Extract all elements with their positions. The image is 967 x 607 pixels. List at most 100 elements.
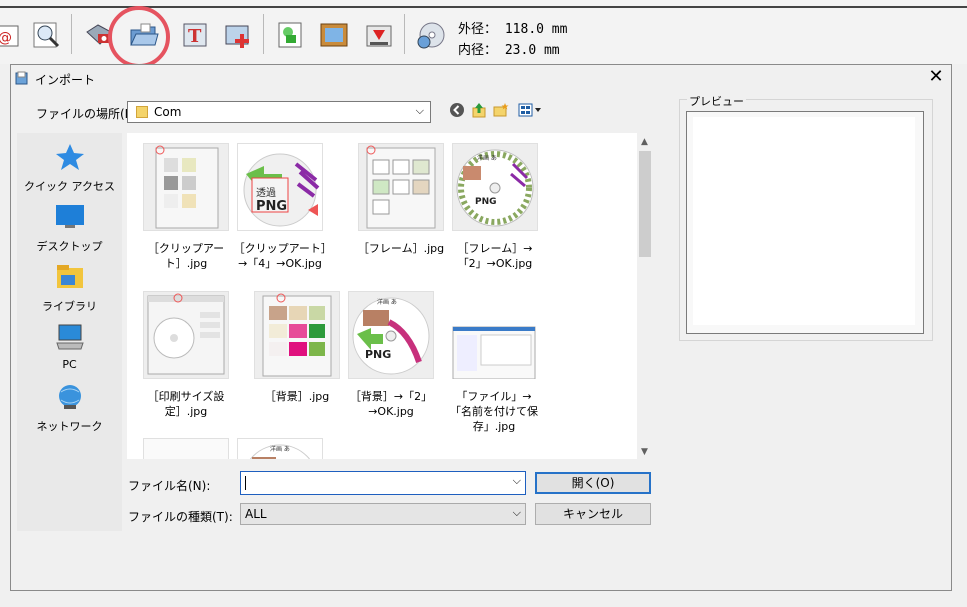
place-label: クイック アクセス: [24, 180, 115, 193]
file-thumbnail: [254, 291, 340, 379]
filetype-value: ALL: [245, 507, 267, 521]
file-item[interactable]: ［背景］.jpg: [250, 291, 344, 404]
dialog-app-icon: [15, 71, 28, 85]
dialog-title: インポート: [35, 73, 96, 87]
file-thumbnail: 洋画 あ PNG: [452, 143, 538, 231]
magnifier-icon: [33, 22, 60, 48]
toolbar-separator: [404, 14, 405, 54]
svg-text:洋画 あ: 洋画 あ: [477, 154, 497, 162]
file-name: ［背景］.jpg: [264, 390, 330, 403]
filetype-label: ファイルの種類(T):: [128, 510, 233, 524]
scroll-down-arrow[interactable]: ▼: [641, 447, 648, 457]
open-button[interactable]: 開く(O): [535, 472, 651, 494]
svg-text:@: @: [0, 30, 12, 46]
svg-text:洋画 あ: 洋画 あ: [270, 445, 290, 453]
file-thumbnail: 洋画 あ: [237, 438, 323, 459]
file-name: ［クリップアート］.jpg: [147, 242, 225, 270]
location-label: ファイルの場所(I):: [36, 107, 137, 121]
svg-text:PNG: PNG: [256, 199, 287, 214]
toolbar-separator: [263, 14, 264, 54]
file-item-partial[interactable]: 洋画 あ: [233, 438, 327, 459]
svg-text:T: T: [188, 26, 202, 47]
file-item-partial[interactable]: [139, 438, 233, 459]
pc-icon: [55, 324, 84, 350]
email-icon: @: [0, 25, 19, 47]
frame-button[interactable]: [319, 20, 349, 50]
file-item[interactable]: PNG 洋画 あ ［背景］→「2」→OK.jpg: [344, 291, 438, 419]
folder-icon: [136, 106, 148, 118]
file-list-view: ［クリップアート］.jpg 透過 PNG ［クリップアート］→「4」→OK.jpg…: [127, 133, 637, 459]
svg-text:透過: 透過: [256, 187, 276, 199]
file-item[interactable]: ［フレーム］.jpg: [354, 143, 448, 256]
place-library[interactable]: ライブラリ: [17, 263, 122, 314]
add-image-button[interactable]: [223, 20, 253, 50]
highlight-circle-annotation: [108, 6, 170, 68]
disc-settings-button[interactable]: [416, 20, 446, 50]
clipart-button[interactable]: [276, 20, 306, 50]
network-icon: [58, 385, 81, 409]
chevron-down-icon: ⌵: [512, 506, 521, 519]
preview-label: プレビュー: [687, 93, 746, 109]
preview-canvas: [693, 117, 915, 325]
star-icon: [55, 144, 84, 170]
background-icon: [366, 25, 392, 47]
toolbar-separator: [71, 14, 72, 54]
background-button[interactable]: [364, 20, 394, 50]
frame-icon: [320, 23, 348, 47]
scrollbar-thumb[interactable]: [639, 151, 651, 257]
file-thumbnail: [143, 291, 229, 379]
inner-diameter-readout: 内径： 23.0 mm: [458, 43, 560, 58]
places-bar: クイック アクセス デスクトップ ライブラリ PC ネットワーク: [17, 133, 122, 531]
place-label: ネットワーク: [36, 420, 103, 433]
file-item[interactable]: ［印刷サイズ設定］.jpg: [139, 291, 233, 419]
desktop-icon: [55, 205, 84, 228]
chevron-down-icon[interactable]: ⌵: [513, 474, 521, 488]
view-menu-icon[interactable]: [518, 102, 542, 118]
location-dropdown[interactable]: Com ⌵: [127, 101, 431, 123]
place-label: ライブラリ: [42, 300, 97, 313]
file-item[interactable]: 洋画 あ PNG ［フレーム］→「2」→OK.jpg: [448, 143, 542, 271]
back-icon[interactable]: [449, 102, 465, 118]
file-thumbnail: [143, 438, 229, 459]
filetype-dropdown[interactable]: ALL ⌵: [240, 503, 526, 525]
file-thumbnail: PNG 洋画 あ: [348, 291, 434, 379]
zoom-preview-button[interactable]: [32, 20, 62, 50]
svg-text:PNG: PNG: [475, 197, 497, 207]
filename-input[interactable]: ⌵: [240, 471, 526, 495]
place-network[interactable]: ネットワーク: [17, 383, 122, 434]
add-image-icon: [225, 25, 249, 48]
scroll-up-arrow[interactable]: ▲: [641, 137, 648, 147]
text-caret: [245, 476, 246, 490]
svg-text:洋画 あ: 洋画 あ: [377, 298, 397, 306]
place-pc[interactable]: PC: [17, 323, 122, 371]
chevron-down-icon: ⌵: [415, 104, 424, 117]
filename-label: ファイル名(N):: [128, 479, 211, 493]
up-folder-icon[interactable]: [471, 102, 487, 118]
place-label: PC: [62, 358, 77, 371]
import-dialog: インポート ✕ ファイルの場所(I): Com ⌵ クイック アクセス デスクト…: [10, 64, 952, 591]
new-folder-icon[interactable]: [493, 102, 509, 118]
place-quick-access[interactable]: クイック アクセス: [17, 143, 122, 194]
file-thumbnail: 透過 PNG: [237, 143, 323, 231]
file-item[interactable]: 「ファイル」→「名前を付けて保存」.jpg: [447, 291, 541, 434]
text-tool-icon: T: [183, 23, 207, 47]
location-value: Com: [154, 105, 182, 119]
file-thumbnail: [143, 143, 229, 231]
cancel-button[interactable]: キャンセル: [535, 503, 651, 525]
place-desktop[interactable]: デスクトップ: [17, 203, 122, 254]
file-name: 「ファイル」→「名前を付けて保存」.jpg: [450, 390, 538, 433]
app-toolbar: @ T 外径： 118.0 mm 内径： 23.0 mm: [0, 0, 967, 68]
text-tool-button[interactable]: T: [181, 20, 211, 50]
svg-text:PNG: PNG: [365, 348, 391, 361]
close-button[interactable]: ✕: [927, 67, 945, 87]
file-item[interactable]: ［クリップアート］.jpg: [139, 143, 233, 271]
file-name: ［フレーム］→「2」→OK.jpg: [457, 242, 533, 270]
file-thumbnail: [451, 291, 537, 379]
clipart-icon: [278, 22, 302, 48]
file-name: ［印刷サイズ設定］.jpg: [147, 390, 225, 418]
email-tool-button[interactable]: @: [0, 20, 22, 50]
place-label: デスクトップ: [36, 240, 103, 253]
file-name: ［フレーム］.jpg: [357, 242, 445, 255]
disc-icon: [417, 22, 445, 49]
file-item[interactable]: 透過 PNG ［クリップアート］→「4」→OK.jpg: [233, 143, 327, 271]
